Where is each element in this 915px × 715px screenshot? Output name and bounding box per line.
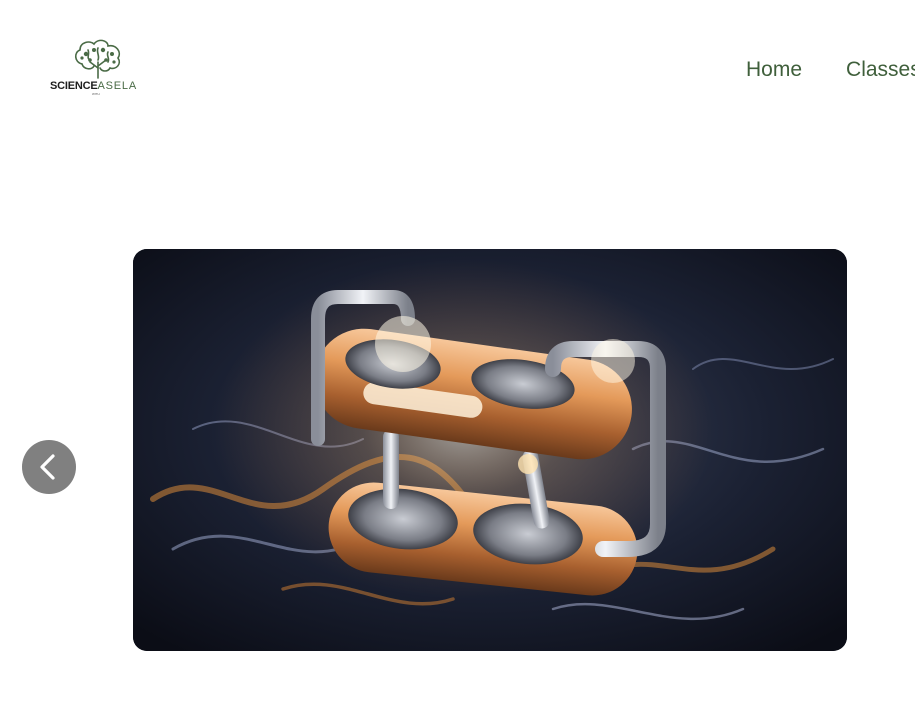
page: SCIENCEASELA WITH Home Classes: [0, 0, 915, 715]
logo-word-asela: ASELA: [97, 80, 137, 92]
main-nav: Home Classes: [746, 58, 915, 82]
nav-item-classes[interactable]: Classes: [846, 58, 915, 82]
nav-item-home[interactable]: Home: [746, 58, 802, 82]
logo-wordmark: SCIENCEASELA: [50, 80, 146, 92]
logo-small-text: WITH: [92, 92, 100, 96]
logo-word-science: SCIENCE: [50, 80, 98, 92]
glowing-copper-chrome-device-image: [133, 249, 847, 651]
chevron-left-icon: [40, 454, 55, 480]
brain-tree-icon: [74, 39, 121, 79]
slider-prev-button[interactable]: [22, 440, 76, 494]
site-logo[interactable]: SCIENCEASELA WITH: [48, 38, 148, 98]
slider-slide: [133, 249, 847, 651]
